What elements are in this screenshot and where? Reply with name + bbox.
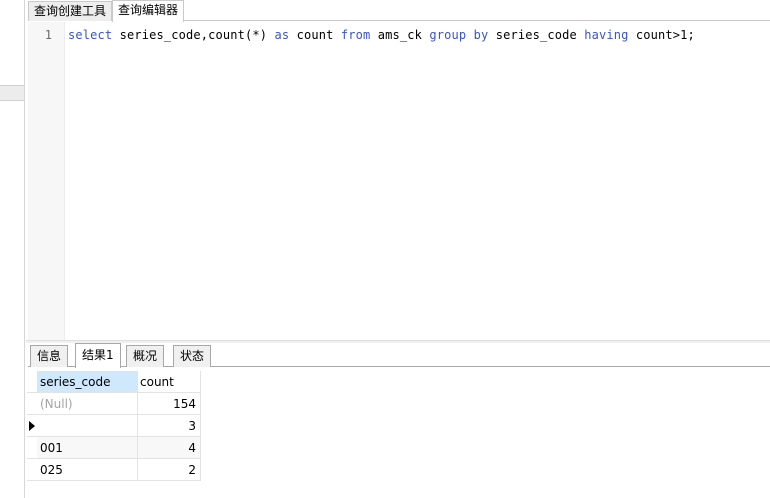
line-number: 1 bbox=[44, 28, 52, 42]
line-number-gutter: 1 bbox=[28, 22, 65, 340]
result-grid[interactable]: series_code count (Null) 154 3 001 4 025… bbox=[27, 371, 202, 481]
cell-series-code[interactable]: 001 bbox=[37, 437, 138, 459]
sql-keyword-from: from bbox=[340, 28, 371, 42]
table-row[interactable]: 001 4 bbox=[27, 437, 202, 459]
tab-info[interactable]: 信息 bbox=[30, 345, 69, 367]
row-indicator-header bbox=[27, 371, 37, 393]
sql-text: count> bbox=[628, 28, 681, 42]
cell-count[interactable]: 4 bbox=[138, 437, 201, 459]
sql-editor[interactable]: 1 select series_code,count(*) as count f… bbox=[28, 22, 770, 340]
sql-text: count bbox=[289, 28, 341, 42]
sql-number: 1 bbox=[680, 28, 688, 42]
table-row[interactable]: 3 bbox=[27, 415, 202, 437]
left-panel-edge bbox=[0, 0, 25, 498]
sql-keyword-having: having bbox=[584, 28, 629, 42]
tab-query-editor[interactable]: 查询编辑器 bbox=[112, 0, 185, 22]
cell-series-code[interactable]: 025 bbox=[37, 459, 138, 481]
row-indicator bbox=[27, 437, 37, 459]
sql-keyword-as: as bbox=[274, 28, 290, 42]
sql-text: series_code,count(*) bbox=[112, 28, 275, 42]
cell-count[interactable]: 2 bbox=[138, 459, 201, 481]
cell-series-code[interactable]: (Null) bbox=[37, 393, 138, 415]
tab-result1[interactable]: 结果1 bbox=[75, 343, 121, 368]
sql-code-line[interactable]: select series_code,count(*) as count fro… bbox=[68, 28, 695, 42]
editor-tab-bar: 查询创建工具 查询编辑器 bbox=[28, 0, 770, 22]
sql-text: ; bbox=[687, 28, 695, 42]
row-indicator bbox=[27, 393, 37, 415]
result-tab-bar: 信息 结果1 概况 状态 bbox=[28, 343, 770, 368]
row-indicator bbox=[27, 415, 37, 437]
cell-count[interactable]: 154 bbox=[138, 393, 201, 415]
column-header-series-code[interactable]: series_code bbox=[37, 371, 138, 393]
grid-header-row: series_code count bbox=[27, 371, 202, 393]
sql-keyword-group-by: group by bbox=[429, 28, 489, 42]
cell-count[interactable]: 3 bbox=[138, 415, 201, 437]
sql-keyword-select: select bbox=[68, 28, 113, 42]
tab-status[interactable]: 状态 bbox=[173, 345, 212, 367]
table-row[interactable]: (Null) 154 bbox=[27, 393, 202, 415]
left-panel-scroll-stub[interactable] bbox=[0, 85, 24, 101]
row-indicator bbox=[27, 459, 37, 481]
current-row-arrow-icon bbox=[29, 421, 35, 431]
tab-overview[interactable]: 概况 bbox=[126, 345, 165, 367]
sql-text: series_code bbox=[488, 28, 585, 42]
tab-query-builder[interactable]: 查询创建工具 bbox=[28, 1, 113, 21]
column-header-count[interactable]: count bbox=[138, 371, 201, 393]
cell-series-code[interactable] bbox=[37, 415, 138, 437]
table-row[interactable]: 025 2 bbox=[27, 459, 202, 481]
sql-text: ams_ck bbox=[370, 28, 430, 42]
